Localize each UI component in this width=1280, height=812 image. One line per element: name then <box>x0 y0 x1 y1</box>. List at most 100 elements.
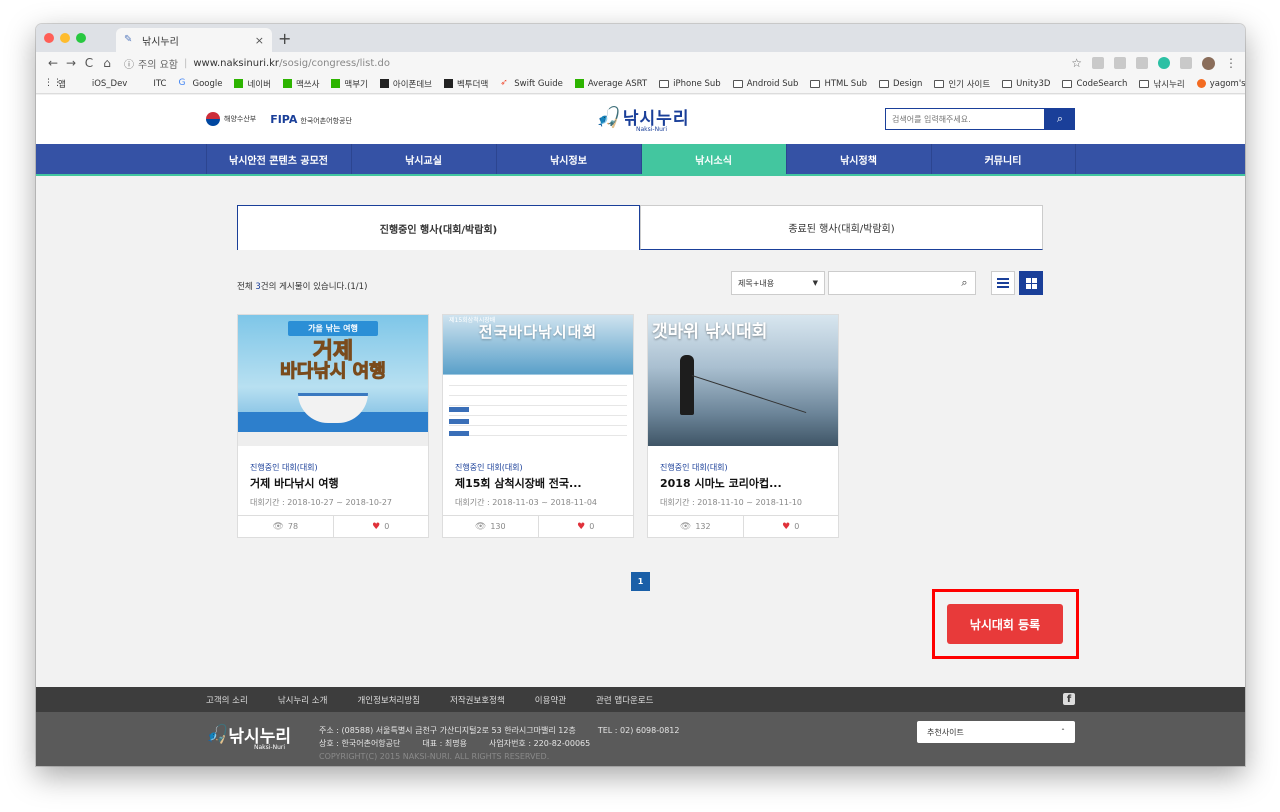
bookmark-item[interactable]: CodeSearch <box>1062 79 1127 89</box>
bookmark-item[interactable]: Android Sub <box>732 79 798 89</box>
nav-item[interactable]: 낚시정보 <box>495 144 641 174</box>
bookmark-item[interactable]: 네이버 <box>234 78 271 90</box>
post-count-summary: 전체 3건의 게시물이 있습니다.(1/1) <box>237 280 367 292</box>
bookmark-item[interactable]: yagom's blog <box>1196 79 1245 89</box>
main-content: 진행중인 행사(대회/박람회) 종료된 행사(대회/박람회) 전체 3건의 게시… <box>36 176 1245 687</box>
list-icon <box>997 278 1009 288</box>
card-category: 진행중인 대회(대회) <box>250 463 318 472</box>
bookmark-item[interactable]: Average ASRT <box>574 79 647 89</box>
profile-avatar[interactable] <box>1202 56 1215 70</box>
facebook-icon[interactable]: f <box>1063 693 1075 705</box>
bookmark-item[interactable]: ➶ Swift Guide <box>500 79 563 89</box>
card-category: 진행중인 대회(대회) <box>660 463 728 472</box>
view-count: 👁 78 <box>238 516 333 537</box>
bookmark-item[interactable]: iOS_Dev <box>78 79 128 89</box>
search-type-select[interactable]: 제목+내용 ▼ <box>731 271 825 295</box>
browser-menu-icon[interactable]: ⋮ <box>1225 56 1237 70</box>
nav-item[interactable]: 커뮤니티 <box>930 144 1076 174</box>
footer-link[interactable]: 저작권보호정책 <box>450 694 505 706</box>
zoom-window-button[interactable] <box>76 33 86 43</box>
bookmark-star-icon[interactable]: ☆ <box>1071 56 1082 70</box>
footer-link[interactable]: 개인정보처리방침 <box>357 694 420 706</box>
tab-ongoing[interactable]: 진행중인 행사(대회/박람회) <box>237 205 640 250</box>
bookmark-item[interactable]: 맥부기 <box>331 78 368 90</box>
footer-link[interactable]: 이용약관 <box>535 694 566 706</box>
bookmark-item[interactable]: iPhone Sub <box>659 79 721 89</box>
close-tab-icon[interactable]: × <box>255 34 264 47</box>
card-title[interactable]: 거제 바다낚시 여행 <box>250 475 416 491</box>
like-count[interactable]: ♥ 0 <box>537 516 634 537</box>
url-field[interactable]: ⓘ 주의 요함 | www.naksinuri.kr/sosig/congres… <box>124 56 1071 71</box>
list-view-button[interactable] <box>991 271 1015 295</box>
thumbnail-tag <box>449 419 469 424</box>
like-count-value: 0 <box>589 522 595 531</box>
search-input[interactable] <box>885 108 1045 130</box>
card-body: 진행중인 대회(대회) 제15회 삼척시장배 전국... 대회기간 : 2018… <box>443 446 633 508</box>
bookmark-item[interactable]: G Google <box>178 79 222 89</box>
close-window-button[interactable] <box>44 33 54 43</box>
nav-item[interactable]: 낚시소식 <box>640 144 786 174</box>
bookmark-item[interactable]: ITC <box>139 79 166 89</box>
view-count: 👁 132 <box>648 516 743 537</box>
info-icon[interactable]: ⓘ <box>124 56 134 71</box>
keyword-input[interactable] <box>828 271 954 295</box>
chevron-down-icon: ▼ <box>812 279 818 287</box>
event-thumbnail[interactable]: 갯바위 낚시대회 <box>648 315 838 446</box>
heart-icon: ♥ <box>782 521 791 532</box>
new-tab-button[interactable]: + <box>278 29 291 48</box>
folder-icon <box>879 79 889 88</box>
event-card[interactable]: 가을 낚는 여행 거제 바다낚시 여행 진행중인 대회(대회) 거제 바다낚시 … <box>237 314 429 538</box>
forward-button[interactable]: → <box>62 56 80 70</box>
bookmark-item[interactable]: Unity3D <box>1002 79 1050 89</box>
back-button[interactable]: ← <box>44 56 62 70</box>
grid-view-button[interactable] <box>1019 271 1043 295</box>
footer-links: 고객의 소리 낚시누리 소개 개인정보처리방침 저작권보호정책 이용약관 관련 앱다운로드… <box>36 687 1245 712</box>
register-contest-button[interactable]: 낚시대회 등록 <box>947 604 1063 644</box>
extension-icon[interactable] <box>1136 57 1148 69</box>
footer-link[interactable]: 낚시누리 소개 <box>278 694 328 706</box>
extension-icon[interactable] <box>1180 57 1192 69</box>
card-title[interactable]: 2018 시마노 코리아컵... <box>660 475 826 491</box>
like-count[interactable]: ♥ 0 <box>742 516 839 537</box>
extension-icon[interactable] <box>1158 57 1170 69</box>
footer-link[interactable]: 고객의 소리 <box>206 694 248 706</box>
nav-item[interactable]: 낚시안전 콘텐츠 공모전 <box>205 144 351 174</box>
event-card[interactable]: 제15회삼척시장배 전국바다낚시대회 진행중인 대회(대회) 제15회 삼척시장… <box>442 314 634 538</box>
mof-logo[interactable]: 해양수산부 <box>206 112 256 126</box>
green-icon <box>331 79 341 88</box>
tab-ended[interactable]: 종료된 행사(대회/박람회) <box>640 205 1043 250</box>
event-card[interactable]: 갯바위 낚시대회 진행중인 대회(대회) 2018 시마노 코리아컵... 대회… <box>647 314 839 538</box>
bookmark-item[interactable]: 아이폰데브 <box>379 78 432 90</box>
nav-item[interactable]: 낚시정책 <box>785 144 931 174</box>
site-logo[interactable]: 🎣 낚시누리 Naksi-Nuri <box>596 104 689 134</box>
bookmark-item[interactable]: 인기 사이트 <box>934 78 990 90</box>
card-title[interactable]: 제15회 삼척시장배 전국... <box>455 475 621 491</box>
nav-item[interactable]: 낚시교실 <box>350 144 496 174</box>
recommended-sites-select[interactable]: 추천사이트 ˆ <box>917 721 1075 743</box>
black-icon <box>379 79 389 88</box>
like-count[interactable]: ♥ 0 <box>332 516 429 537</box>
page-number-current[interactable]: 1 <box>631 572 650 591</box>
event-thumbnail[interactable]: 가을 낚는 여행 거제 바다낚시 여행 <box>238 315 428 446</box>
extension-icon[interactable] <box>1092 57 1104 69</box>
minimize-window-button[interactable] <box>60 33 70 43</box>
bookmark-item[interactable]: 맥쓰사 <box>282 78 319 90</box>
keyword-search-button[interactable]: ⌕ <box>954 271 976 295</box>
browser-tab[interactable]: ✎ 낚시누리 × <box>116 28 272 52</box>
fipa-logo[interactable]: FIPA 한국어촌어항공단 <box>270 113 352 126</box>
extension-icon[interactable] <box>1114 57 1126 69</box>
thumbnail-tag <box>449 431 469 436</box>
home-button[interactable]: ⌂ <box>98 56 116 70</box>
search-button[interactable]: ⌕ <box>1045 108 1075 130</box>
card-body: 진행중인 대회(대회) 거제 바다낚시 여행 대회기간 : 2018-10-27… <box>238 446 428 508</box>
footer-link[interactable]: 관련 앱다운로드 <box>596 694 653 706</box>
bookmark-item[interactable]: HTML Sub <box>810 79 867 89</box>
reload-button[interactable]: C <box>80 56 98 70</box>
bookmark-item[interactable]: 낚시누리 <box>1139 78 1185 90</box>
bookmark-item[interactable]: 벡투더맥 <box>443 78 488 90</box>
search-icon: ⌕ <box>1056 112 1064 125</box>
event-thumbnail[interactable]: 제15회삼척시장배 전국바다낚시대회 <box>443 315 633 446</box>
bookmark-item[interactable]: Design <box>879 79 922 89</box>
green-icon <box>574 79 584 88</box>
bookmark-item[interactable]: ⋮⋮ 앱 <box>44 78 66 90</box>
